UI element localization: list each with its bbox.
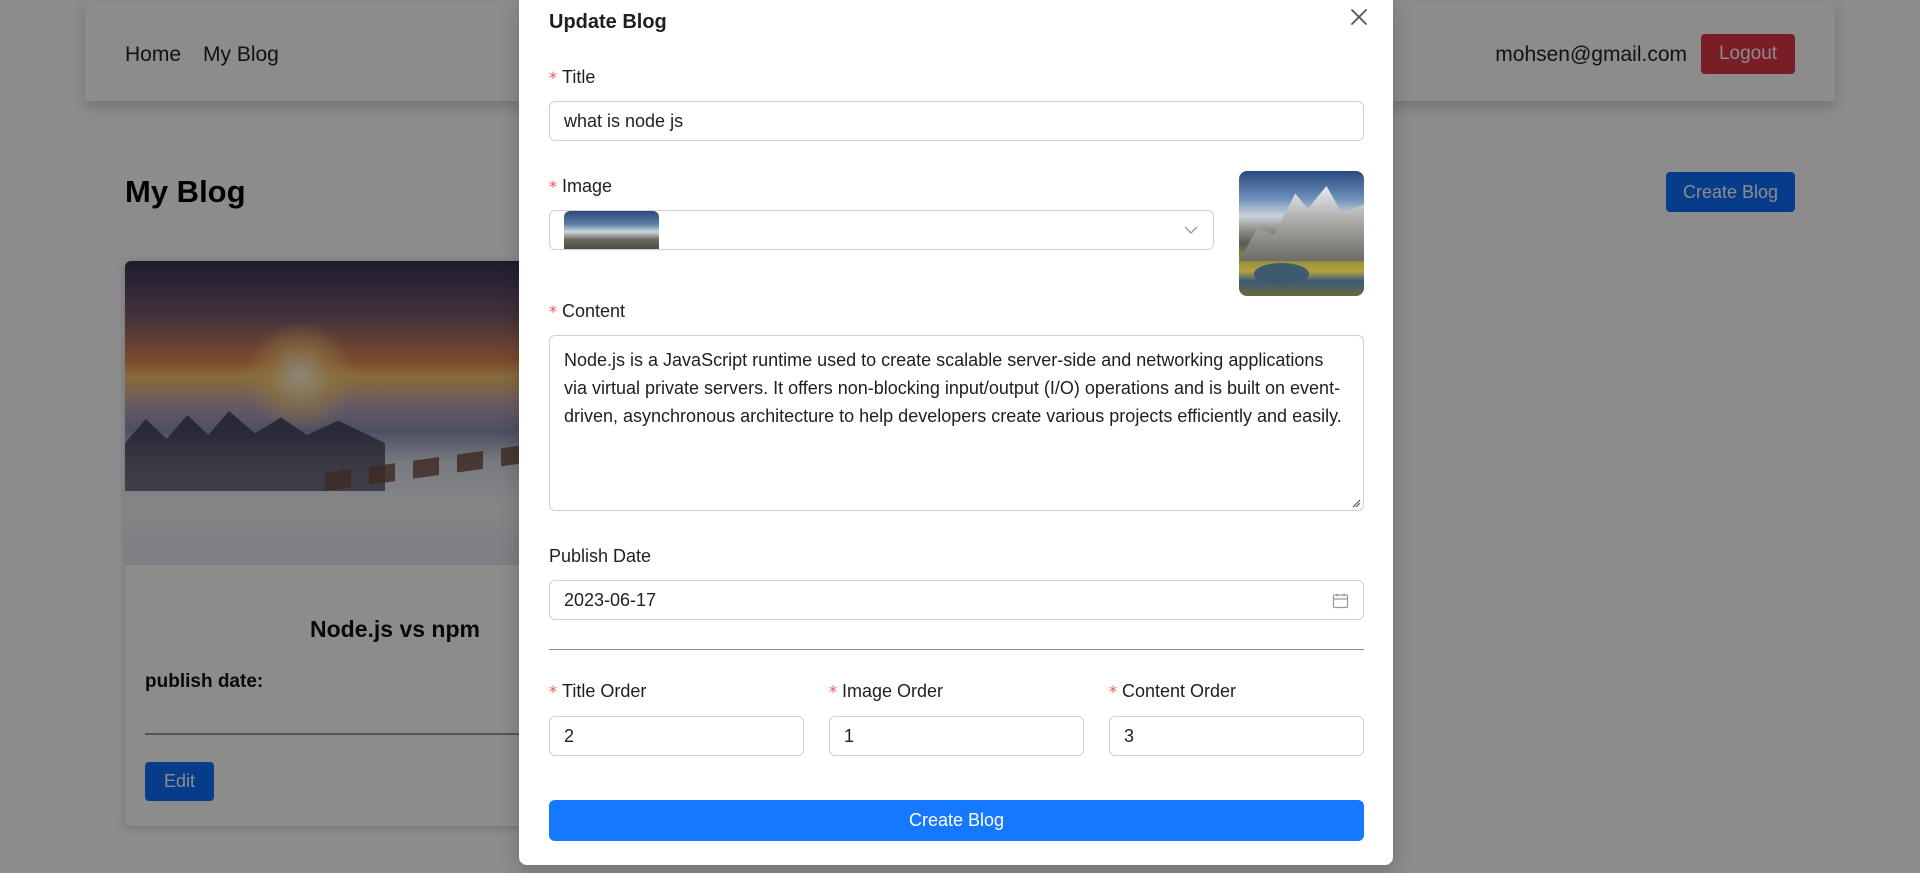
close-icon[interactable] — [1347, 5, 1371, 29]
content-order-input[interactable]: 3 — [1109, 716, 1364, 756]
required-mark: * — [829, 682, 837, 701]
modal-title: Update Blog — [549, 11, 667, 33]
image-select[interactable] — [549, 210, 1214, 250]
lake — [1254, 263, 1309, 285]
required-mark: * — [1109, 682, 1117, 701]
required-mark: * — [549, 302, 557, 321]
form-divider — [549, 649, 1364, 650]
required-mark: * — [549, 177, 557, 196]
title-input[interactable]: what is node js — [549, 101, 1364, 141]
update-blog-modal: Update Blog * Title what is node js * Imag… — [519, 0, 1393, 865]
publish-date-label: Publish Date — [549, 546, 652, 566]
image-label: * Image — [549, 176, 613, 196]
title-order-label: * Title Order — [549, 681, 647, 701]
title-label: * Title — [549, 67, 596, 87]
content-order-label: * Content Order — [1109, 681, 1237, 701]
publish-date-input[interactable]: 2023-06-17 — [549, 580, 1364, 620]
image-order-input[interactable]: 1 — [829, 716, 1084, 756]
content-textarea[interactable]: Node.js is a JavaScript runtime used to … — [549, 335, 1364, 511]
submit-create-blog-button[interactable]: Create Blog — [549, 800, 1364, 841]
title-order-input[interactable]: 2 — [549, 716, 804, 756]
resize-handle-icon[interactable] — [1351, 498, 1361, 508]
chevron-down-icon — [1184, 226, 1198, 234]
calendar-icon — [1332, 593, 1349, 609]
required-mark: * — [549, 68, 557, 87]
required-mark: * — [549, 682, 557, 701]
mountain-peaks — [1239, 186, 1364, 261]
content-label: * Content — [549, 301, 626, 321]
image-order-label: * Image Order — [829, 681, 944, 701]
image-preview — [1239, 171, 1364, 296]
selected-image-thumbnail — [564, 211, 659, 249]
